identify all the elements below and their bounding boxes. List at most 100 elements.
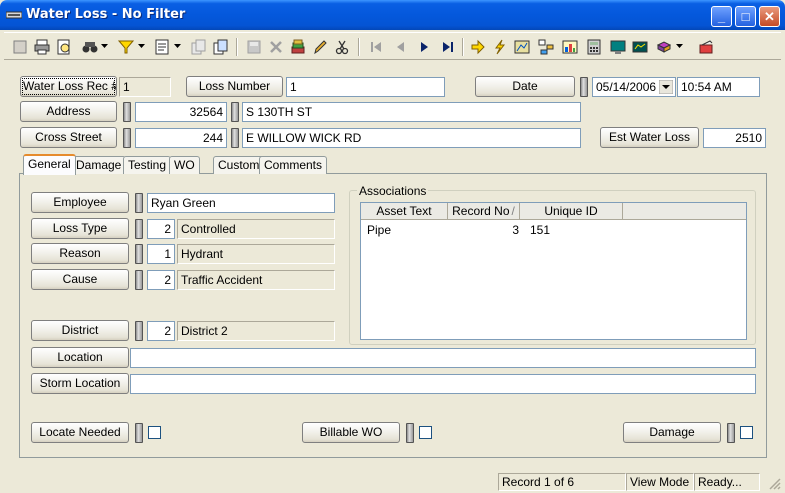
search-binoculars-icon[interactable] xyxy=(80,37,100,57)
print-preview-icon[interactable] xyxy=(54,37,74,57)
damage-checkbox[interactable] xyxy=(740,426,753,439)
sort-indicator-icon: / xyxy=(511,204,515,218)
associations-title: Associations xyxy=(357,184,429,198)
billable-wo-button[interactable]: Billable WO xyxy=(302,422,400,443)
district-code-field[interactable]: 2 xyxy=(147,321,175,341)
duplicate-icon[interactable] xyxy=(210,37,230,57)
first-record-icon[interactable] xyxy=(366,37,386,57)
loss-type-code-field[interactable]: 2 xyxy=(147,219,175,239)
column-header-label: Record No xyxy=(452,204,510,218)
loss-number-button[interactable]: Loss Number xyxy=(186,76,283,97)
lock-icon[interactable] xyxy=(231,102,239,122)
lock-icon[interactable] xyxy=(727,423,735,443)
date-picker[interactable]: 05/14/2006 xyxy=(592,77,676,97)
tab-damage[interactable]: Damage xyxy=(71,156,127,174)
print-icon[interactable] xyxy=(32,37,52,57)
title-bar[interactable]: Water Loss - No Filter _ □ ✕ xyxy=(0,0,785,30)
address-number-field[interactable]: 32564 xyxy=(135,102,227,122)
chart-icon[interactable] xyxy=(560,37,580,57)
tab-general[interactable]: General xyxy=(23,154,76,175)
storm-location-button[interactable]: Storm Location xyxy=(31,373,129,394)
lock-icon[interactable] xyxy=(135,423,143,443)
loss-number-field[interactable]: 1 xyxy=(286,77,445,97)
chevron-down-icon[interactable] xyxy=(174,43,181,49)
next-record-icon[interactable] xyxy=(414,37,434,57)
chevron-down-icon[interactable] xyxy=(659,80,673,94)
location-button[interactable]: Location xyxy=(31,347,129,368)
location-field[interactable] xyxy=(130,348,756,368)
maximize-button[interactable]: □ xyxy=(735,6,756,27)
lock-icon[interactable] xyxy=(135,244,143,264)
address-street-field[interactable]: S 130TH ST xyxy=(242,102,581,122)
chevron-down-icon[interactable] xyxy=(676,43,683,49)
goto-arrow-icon[interactable] xyxy=(468,37,488,57)
last-record-icon[interactable] xyxy=(438,37,458,57)
water-loss-rec-button[interactable]: Water Loss Rec # xyxy=(20,76,117,97)
books-icon[interactable] xyxy=(654,37,674,57)
previous-record-icon[interactable] xyxy=(390,37,410,57)
employee-field[interactable]: Ryan Green xyxy=(147,193,335,213)
associations-grid[interactable]: Asset Text Record No / Unique ID Pipe 3 1… xyxy=(360,202,747,340)
lightning-icon[interactable] xyxy=(490,37,510,57)
reason-code-field[interactable]: 1 xyxy=(147,244,175,264)
column-header-record-no[interactable]: Record No / xyxy=(448,203,520,220)
tab-comments[interactable]: Comments xyxy=(259,156,328,174)
lock-icon[interactable] xyxy=(123,128,131,148)
monitor-icon[interactable] xyxy=(608,37,628,57)
filter-icon[interactable] xyxy=(116,37,136,57)
lock-icon[interactable] xyxy=(135,321,143,341)
cause-code-field[interactable]: 2 xyxy=(147,270,175,290)
reason-button[interactable]: Reason xyxy=(31,243,129,264)
lock-icon[interactable] xyxy=(123,102,131,122)
lock-icon[interactable] xyxy=(135,219,143,239)
chevron-down-icon[interactable] xyxy=(101,43,108,49)
billable-wo-checkbox[interactable] xyxy=(419,426,432,439)
lock-icon[interactable] xyxy=(135,193,143,213)
resize-grip-icon[interactable] xyxy=(768,477,782,491)
district-button[interactable]: District xyxy=(31,320,129,341)
tree-icon[interactable] xyxy=(536,37,556,57)
cause-button[interactable]: Cause xyxy=(31,269,129,290)
chevron-down-icon[interactable] xyxy=(138,43,145,49)
calculator-icon[interactable] xyxy=(584,37,604,57)
report-icon[interactable] xyxy=(152,37,172,57)
column-header-unique-id[interactable]: Unique ID xyxy=(520,203,623,220)
app-icon xyxy=(6,11,22,19)
lock-icon[interactable] xyxy=(231,128,239,148)
delete-disabled-icon[interactable] xyxy=(266,37,286,57)
est-water-loss-button[interactable]: Est Water Loss xyxy=(600,127,699,148)
employee-button[interactable]: Employee xyxy=(31,192,129,213)
est-water-loss-field[interactable]: 2510 xyxy=(703,128,766,148)
storm-location-field[interactable] xyxy=(130,374,756,394)
save-disabled-icon[interactable] xyxy=(244,37,264,57)
cross-number-field[interactable]: 244 xyxy=(135,128,227,148)
address-button[interactable]: Address xyxy=(20,101,117,122)
lock-icon[interactable] xyxy=(580,77,588,97)
locate-needed-button[interactable]: Locate Needed xyxy=(31,422,129,443)
copy-disabled-icon[interactable] xyxy=(188,37,208,57)
locate-needed-checkbox[interactable] xyxy=(148,426,161,439)
cause-desc-field: Traffic Accident xyxy=(177,270,335,290)
loss-type-button[interactable]: Loss Type xyxy=(31,218,129,239)
map-icon[interactable] xyxy=(512,37,532,57)
time-field[interactable]: 10:54 AM xyxy=(677,77,760,97)
loss-type-desc-field: Controlled xyxy=(177,219,335,239)
lock-icon[interactable] xyxy=(406,423,414,443)
cut-scissors-icon[interactable] xyxy=(332,37,352,57)
new-record-icon[interactable] xyxy=(10,37,30,57)
column-header-asset-text[interactable]: Asset Text xyxy=(361,203,448,220)
close-button[interactable]: ✕ xyxy=(759,6,780,27)
lock-icon[interactable] xyxy=(135,270,143,290)
cross-street-button[interactable]: Cross Street xyxy=(20,127,117,148)
grid-chart-icon[interactable] xyxy=(630,37,650,57)
minimize-button[interactable]: _ xyxy=(711,6,732,27)
damage-button[interactable]: Damage xyxy=(623,422,721,443)
tab-wo[interactable]: WO xyxy=(169,156,200,174)
date-button[interactable]: Date xyxy=(475,76,575,97)
tab-custom[interactable]: Custom xyxy=(213,156,265,174)
cross-street-field[interactable]: E WILLOW WICK RD xyxy=(242,128,581,148)
attach-icon[interactable] xyxy=(288,37,308,57)
close-folder-icon[interactable] xyxy=(696,37,716,57)
tab-testing[interactable]: Testing xyxy=(123,156,172,174)
edit-pencil-icon[interactable] xyxy=(310,37,330,57)
